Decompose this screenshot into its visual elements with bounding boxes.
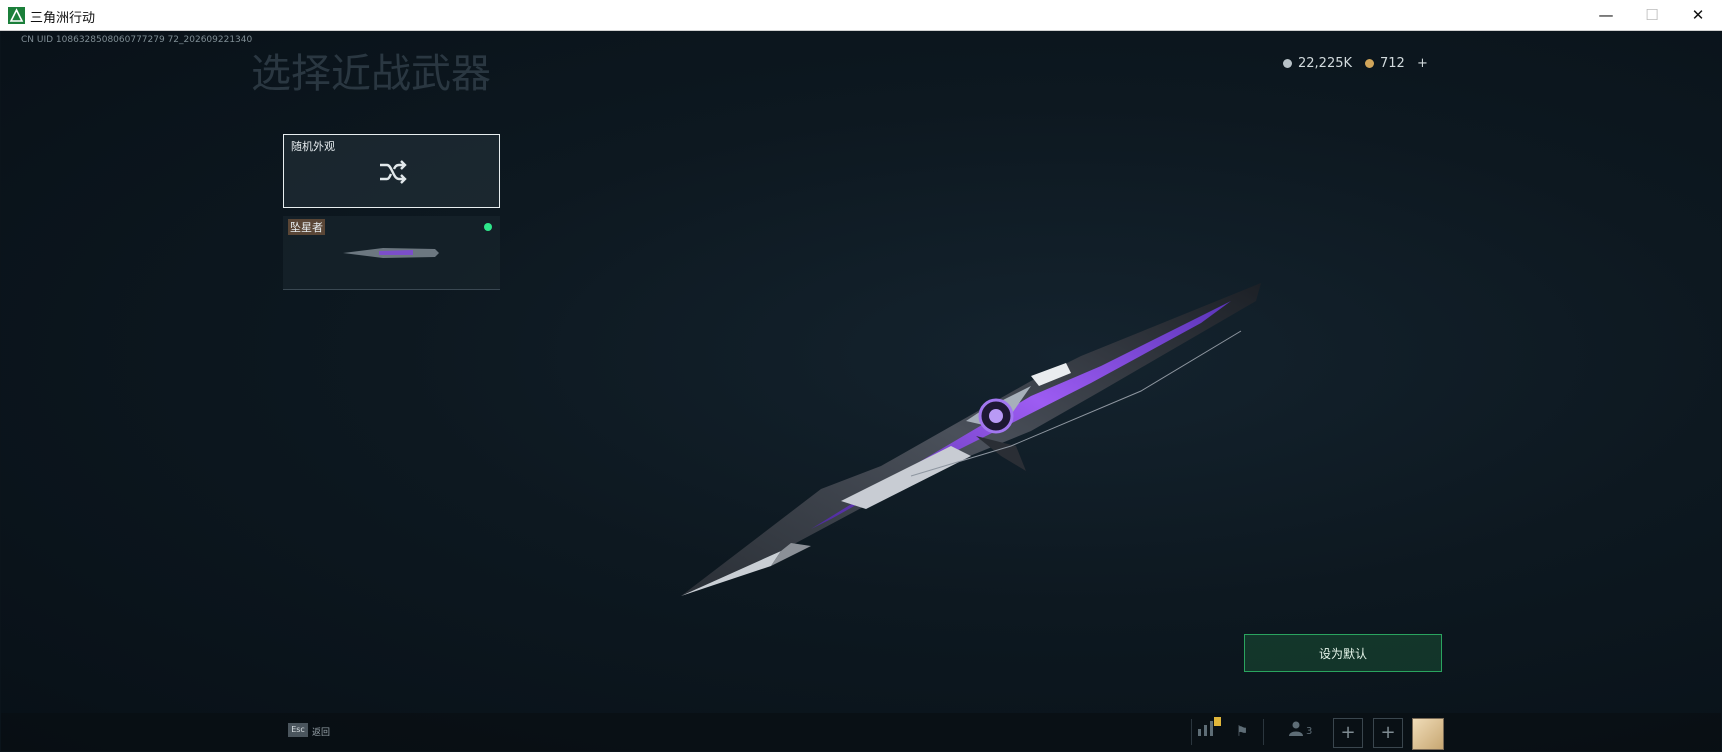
- weapon-3d-preview: [681, 283, 1261, 596]
- weapon-card-starfall[interactable]: 坠星者: [283, 216, 500, 290]
- uid-label: CN UID 1086328508060777279 72_2026092213…: [21, 35, 253, 45]
- esc-key-icon[interactable]: Esc: [288, 723, 308, 737]
- back-label[interactable]: 返回: [312, 725, 330, 738]
- equipped-indicator: [484, 223, 492, 231]
- flag-icon[interactable]: ⚑: [1229, 719, 1255, 745]
- divider: [1191, 719, 1192, 745]
- currency-premium-value: 712: [1380, 56, 1405, 71]
- currency-add-button[interactable]: +: [1417, 56, 1428, 71]
- divider: [1263, 719, 1264, 745]
- add-squad-slot-button[interactable]: +: [1333, 718, 1363, 748]
- player-avatar[interactable]: [1412, 718, 1444, 750]
- starfall-knife-thumb: [343, 248, 439, 258]
- app-logo-icon: [8, 7, 25, 24]
- card-label: 坠星者: [288, 219, 325, 235]
- minimize-button[interactable]: —: [1583, 0, 1629, 31]
- currency-premium: 712 +: [1365, 56, 1428, 71]
- close-button[interactable]: ✕: [1675, 0, 1721, 31]
- friends-count: 3: [1306, 726, 1313, 737]
- game-viewport: CN UID 1086328508060777279 72_2026092213…: [1, 31, 1721, 751]
- window-titlebar: 三角洲行动 — ☐ ✕: [0, 0, 1722, 31]
- premium-coin-icon: [1365, 59, 1374, 68]
- notification-badge: [1214, 717, 1221, 726]
- maximize-button[interactable]: ☐: [1629, 0, 1675, 31]
- weapon-card-random[interactable]: 随机外观: [283, 134, 500, 208]
- currency-coins-value: 22,225K: [1298, 56, 1353, 71]
- bottom-bar: Esc 返回 ⚑ 3 + +: [1, 713, 1721, 751]
- window-title: 三角洲行动: [30, 11, 96, 26]
- shuffle-icon: [380, 160, 407, 184]
- card-label: 随机外观: [291, 140, 335, 153]
- currency-coins: 22,225K: [1283, 56, 1352, 71]
- page-title: 选择近战武器: [251, 51, 491, 97]
- add-squad-slot-button[interactable]: +: [1373, 718, 1403, 748]
- set-default-button[interactable]: 设为默认: [1244, 634, 1442, 672]
- coin-icon: [1283, 59, 1292, 68]
